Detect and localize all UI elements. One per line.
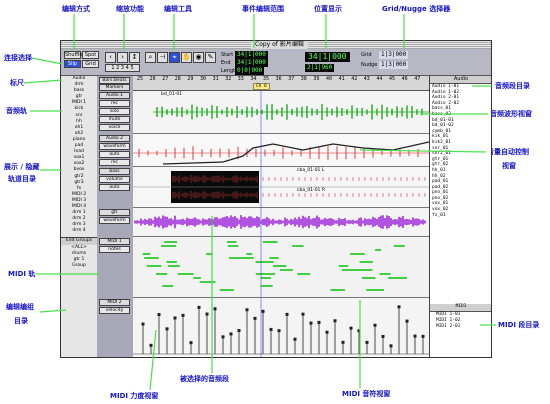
annotation-leaders: [23, 14, 496, 391]
leader-ruler: [23, 79, 63, 84]
leader-edit-group: [39, 309, 67, 313]
leader-midi-velocity: [149, 329, 157, 391]
leader-link-select: [31, 57, 63, 65]
leader-volume-automation: [359, 149, 487, 153]
